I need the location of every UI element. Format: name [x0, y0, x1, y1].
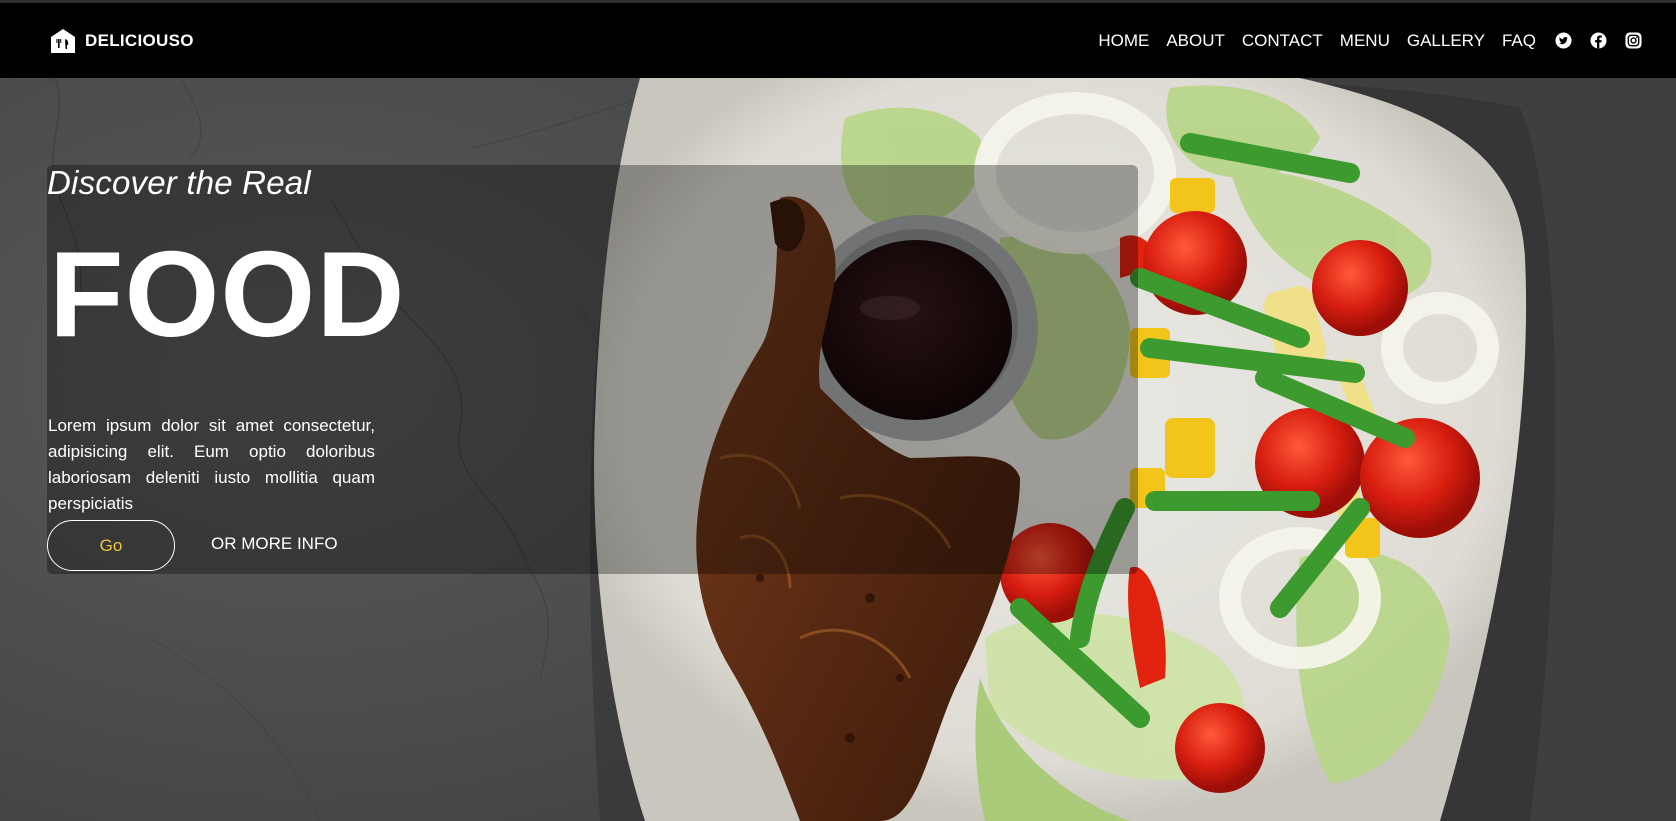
nav-contact[interactable]: CONTACT	[1242, 31, 1323, 51]
hero-section: Discover the Real FOOD Lorem ipsum dolor…	[0, 78, 1676, 821]
nav-about[interactable]: ABOUT	[1166, 31, 1225, 51]
hero-description: Lorem ipsum dolor sit amet consectetur, …	[48, 416, 375, 513]
navbar: DELICIOUSO HOME ABOUT CONTACT MENU GALLE…	[0, 3, 1676, 78]
nav-menu-link[interactable]: MENU	[1340, 31, 1390, 51]
nav-faq[interactable]: FAQ	[1502, 31, 1536, 51]
brand-name: DELICIOUSO	[85, 30, 194, 50]
instagram-icon[interactable]	[1625, 32, 1642, 49]
restaurant-home-icon	[51, 28, 75, 53]
nav-gallery[interactable]: GALLERY	[1407, 31, 1485, 51]
social-icons	[1555, 32, 1642, 49]
go-button[interactable]: Go	[47, 520, 175, 571]
nav-home[interactable]: HOME	[1098, 31, 1149, 51]
hero-title: FOOD	[49, 226, 406, 362]
twitter-icon[interactable]	[1555, 32, 1572, 49]
facebook-icon[interactable]	[1590, 32, 1607, 49]
more-info-link[interactable]: OR MORE INFO	[211, 534, 338, 554]
nav-menu: HOME ABOUT CONTACT MENU GALLERY FAQ	[1098, 31, 1642, 51]
brand-logo[interactable]: DELICIOUSO	[50, 28, 194, 54]
hero-subtitle: Discover the Real	[47, 164, 311, 201]
